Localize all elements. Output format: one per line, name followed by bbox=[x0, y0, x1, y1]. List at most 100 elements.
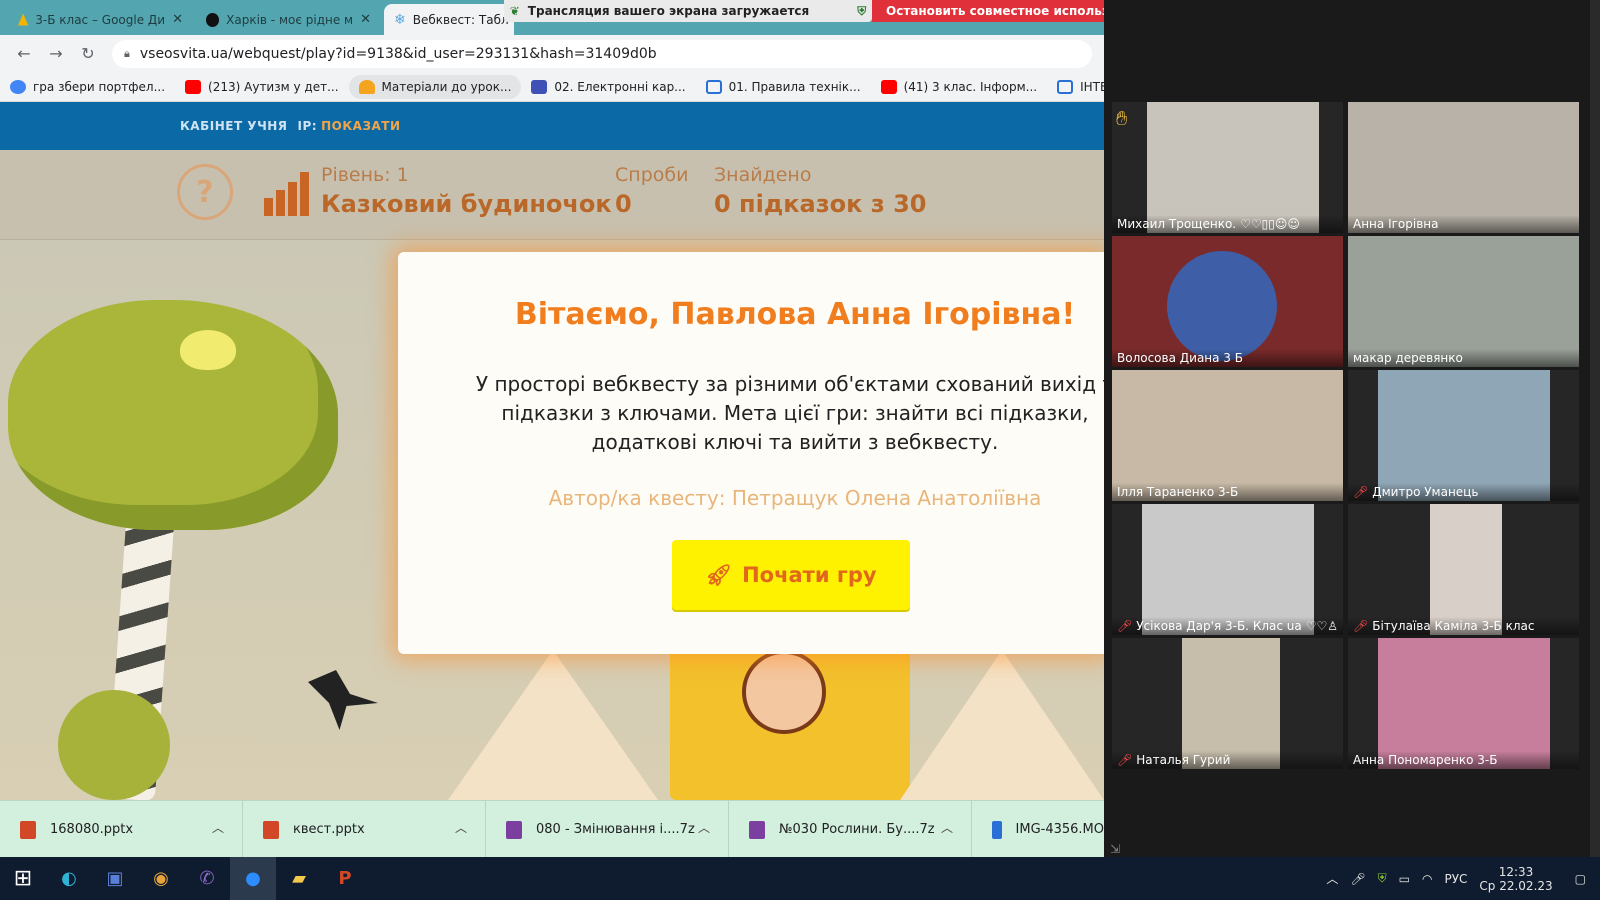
participant-tile[interactable]: Волосова Диана 3 Б bbox=[1112, 236, 1343, 367]
bookmark-item[interactable]: гра збери портфел... bbox=[0, 75, 175, 99]
tab-label: Вебквест: Табл bbox=[412, 12, 509, 27]
bookmark-item[interactable]: 01. Правила технік... bbox=[696, 75, 871, 99]
board-icon bbox=[1057, 79, 1074, 94]
battery-icon[interactable]: ▭ bbox=[1399, 872, 1410, 886]
bookmark-label: Матеріали до урок... bbox=[381, 79, 512, 94]
wifi-icon[interactable]: ◠ bbox=[1422, 872, 1432, 886]
bookmark-item[interactable]: (213) Аутизм у дет... bbox=[175, 75, 348, 99]
youtube-icon bbox=[880, 79, 897, 94]
participant-video bbox=[1378, 370, 1550, 501]
participant-tile[interactable]: 🎤︎ Дмитро Уманець bbox=[1348, 370, 1579, 501]
raised-hand-icon: ✋︎ bbox=[1116, 106, 1128, 130]
participant-name: Анна Пономаренко 3-Б bbox=[1353, 753, 1498, 767]
tab-google-drive[interactable]: 3-Б клас – Google Ди ✕ bbox=[8, 4, 193, 35]
reload-icon[interactable]: ↻ bbox=[72, 44, 104, 63]
microphone-icon[interactable]: 🎤︎ bbox=[1350, 872, 1365, 886]
bookmark-label: 01. Правила технік... bbox=[728, 79, 861, 94]
participant-video bbox=[1147, 102, 1319, 233]
participant-tile[interactable]: ✋︎ Михаил Трощенко. ♡♡▯▯☺☺ bbox=[1112, 102, 1343, 233]
bell-icon bbox=[358, 79, 375, 94]
clock[interactable]: 12:33 Ср 22.02.23 bbox=[1479, 865, 1552, 893]
show-ip-link[interactable]: ПОКАЗАТИ bbox=[321, 119, 400, 133]
start-game-button[interactable]: 🚀︎ Почати гру bbox=[672, 540, 910, 610]
participant-tile[interactable]: Ілля Тараненко 3-Б bbox=[1112, 370, 1343, 501]
bookmark-label: гра збери портфел... bbox=[33, 79, 166, 94]
site-favicon-icon bbox=[206, 12, 220, 27]
participant-video bbox=[1378, 638, 1550, 769]
elsa-plate-image bbox=[1167, 251, 1277, 361]
participant-name: Дмитро Уманець bbox=[1372, 485, 1479, 499]
house-roof-illustration bbox=[900, 650, 1104, 800]
notifications-icon[interactable]: ▢ bbox=[1575, 872, 1586, 886]
participant-video bbox=[1348, 102, 1579, 233]
bookmark-item[interactable]: (41) 3 клас. Інформ... bbox=[871, 75, 1048, 99]
windows-start-icon[interactable]: ⊞ bbox=[0, 857, 46, 900]
resize-handle-icon[interactable]: ⇲ bbox=[1110, 842, 1120, 856]
muted-mic-icon: 🎤︎ bbox=[1353, 619, 1369, 633]
leaf-icon: ❦ bbox=[509, 4, 520, 18]
viber-icon[interactable]: ✆ bbox=[184, 857, 230, 900]
share-status-text: Трансляция вашего экрана загружается bbox=[527, 4, 810, 18]
save-disk-icon[interactable]: ▣ bbox=[92, 857, 138, 900]
archive-file-icon bbox=[749, 820, 765, 839]
clock-time: 12:33 bbox=[1498, 864, 1534, 879]
bookmark-label: 02. Електронні кар... bbox=[554, 79, 686, 94]
bush-illustration bbox=[58, 690, 170, 800]
download-item[interactable]: №030 Рослини. Бу....7z ︿ bbox=[729, 801, 972, 858]
edge-icon[interactable]: ◐ bbox=[46, 857, 92, 900]
input-language[interactable]: РУС bbox=[1444, 872, 1467, 886]
chevron-up-icon[interactable]: ︿ bbox=[941, 819, 953, 836]
help-button[interactable]: ? bbox=[177, 164, 233, 220]
participant-video bbox=[1348, 236, 1579, 367]
welcome-modal: Вітаємо, Павлова Анна Ігорівна! У просто… bbox=[398, 252, 1114, 654]
address-bar[interactable]: 🔒︎ vseosvita.ua/webquest/play?id=9138&id… bbox=[112, 39, 1092, 68]
bookmark-item[interactable]: Матеріали до урок... bbox=[348, 74, 522, 99]
download-item[interactable]: IMG-4356.MO bbox=[972, 801, 1104, 858]
chevron-up-icon[interactable]: ︿ bbox=[1326, 870, 1338, 887]
participant-tile[interactable]: 🎤︎ Наталья Гурий bbox=[1112, 638, 1343, 769]
forward-arrow-icon[interactable]: → bbox=[40, 44, 72, 63]
swallow-bird-illustration bbox=[308, 670, 378, 730]
chevron-up-icon[interactable]: ︿ bbox=[698, 819, 710, 836]
file-explorer-icon[interactable]: ▰ bbox=[276, 857, 322, 900]
screen-share-status-bar: ❦ Трансляция вашего экрана загружается ⛨ bbox=[504, 0, 872, 22]
participant-tile-active-speaker[interactable]: макар деревянко bbox=[1348, 236, 1579, 367]
download-filename: квест.pptx bbox=[293, 822, 365, 837]
attempts-value: 0 bbox=[615, 190, 632, 218]
bookmark-item[interactable]: ІНТЕРАКТИВНІ ВПР... bbox=[1047, 75, 1104, 99]
shield-icon[interactable]: ⛨ bbox=[1378, 871, 1387, 886]
stop-share-button[interactable]: Остановить совместное использова bbox=[872, 0, 1104, 22]
chrome-icon[interactable]: ◉ bbox=[138, 857, 184, 900]
chevron-up-icon[interactable]: ︿ bbox=[455, 819, 467, 836]
bookmarks-bar: гра збери портфел... (213) Аутизм у дет.… bbox=[0, 72, 1104, 102]
found-value: 0 підказок з 30 bbox=[714, 190, 927, 218]
zoom-panel-scrollbar[interactable] bbox=[1590, 0, 1600, 866]
zoom-icon[interactable]: ● bbox=[230, 857, 276, 900]
participant-tile[interactable]: 🎤︎ Бітулаїва Каміла 3-Б клас bbox=[1348, 504, 1579, 635]
level-bars-icon bbox=[264, 172, 310, 216]
back-arrow-icon[interactable]: ← bbox=[8, 44, 40, 63]
participant-tile[interactable]: 🎤︎ Усікова Дар'я 3-Б. Клас ua ♡♡♙ bbox=[1112, 504, 1343, 635]
participant-tile[interactable]: Анна Пономаренко 3-Б bbox=[1348, 638, 1579, 769]
participant-name: Усікова Дар'я 3-Б. Клас ua bbox=[1136, 619, 1302, 633]
cabinet-link[interactable]: КАБІНЕТ УЧНЯ bbox=[180, 119, 288, 133]
tab-kharkiv[interactable]: Харків - моє рідне м ✕ bbox=[196, 4, 381, 35]
bookmark-item[interactable]: 02. Електронні кар... bbox=[521, 75, 695, 99]
site-top-nav: КАБІНЕТ УЧНЯ IP: ПОКАЗАТИ bbox=[0, 102, 1104, 150]
close-icon[interactable]: ✕ bbox=[172, 12, 183, 27]
tab-label: 3-Б клас – Google Ди bbox=[35, 12, 166, 27]
powerpoint-icon[interactable]: P bbox=[322, 857, 368, 900]
pptx-file-icon bbox=[20, 820, 36, 839]
participant-video bbox=[1182, 638, 1280, 769]
bookmark-label: (41) 3 клас. Інформ... bbox=[903, 79, 1038, 94]
participant-reactions: ♡♡♙ bbox=[1305, 619, 1339, 633]
tab-webquest[interactable]: ❄ Вебквест: Табл bbox=[384, 4, 514, 35]
download-item[interactable]: квест.pptx ︿ bbox=[243, 801, 486, 858]
level-name: Казковий будиночок bbox=[321, 190, 612, 218]
close-icon[interactable]: ✕ bbox=[360, 12, 371, 27]
download-item[interactable]: 080 - Змінювання і....7z ︿ bbox=[486, 801, 729, 858]
participant-tile[interactable]: Анна Ігорівна bbox=[1348, 102, 1579, 233]
participant-video bbox=[1142, 504, 1314, 635]
chevron-up-icon[interactable]: ︿ bbox=[212, 819, 224, 836]
download-item[interactable]: 168080.pptx ︿ bbox=[0, 801, 243, 858]
